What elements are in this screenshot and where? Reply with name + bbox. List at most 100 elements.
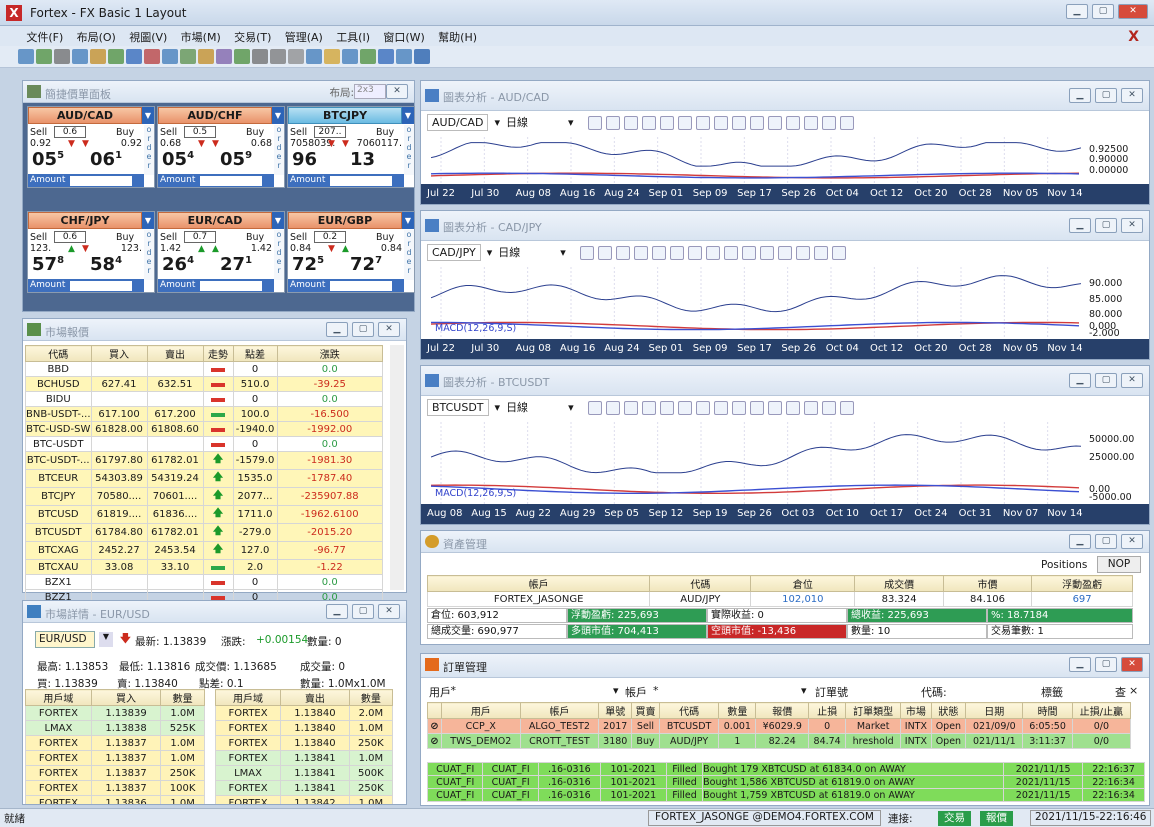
line-icon[interactable] [615, 246, 630, 260]
chevron-down-icon[interactable]: ▾ [568, 401, 574, 414]
restore-icon[interactable]: ▢ [1095, 88, 1117, 103]
crosshair-icon[interactable] [597, 246, 612, 260]
sell-button[interactable]: 96 [292, 149, 317, 170]
indicator-icon[interactable] [669, 246, 684, 260]
settings-icon[interactable] [831, 246, 846, 260]
price-chart[interactable] [431, 422, 1081, 504]
filter-user-input[interactable]: * [447, 684, 597, 698]
depth-row[interactable]: FORTEX 1.13841 1.0M [215, 750, 393, 766]
toolbar-tool-icon[interactable] [324, 49, 340, 64]
toolbar-tool-icon[interactable] [108, 49, 124, 64]
toolbar-tool-icon[interactable] [288, 49, 304, 64]
close-icon[interactable]: ✕ [386, 84, 408, 99]
column-header[interactable]: 止損 [808, 702, 847, 719]
chevron-down-icon[interactable]: ▼ [402, 107, 414, 124]
menu-market[interactable]: 市場(M) [176, 26, 226, 45]
toolbar-tool-icon[interactable] [18, 49, 34, 64]
price-chart[interactable] [431, 267, 1081, 339]
depth-row[interactable]: FORTEX 1.13842 1.0M [215, 795, 393, 804]
table-row[interactable]: BTC-USDT-... 61797.80 61782.01 🡅 -1579.0 -198… [25, 451, 384, 470]
minimize-icon[interactable]: ▁ [1069, 218, 1091, 233]
sell-button[interactable]: 264 [162, 254, 194, 275]
depth-row[interactable]: FORTEX 1.13837 100K [25, 780, 205, 796]
quote-tile[interactable]: AUD/CHF ▼ Sell 0.5 Buy 0.68 0.68 ▼ ▼ 054 059 o r d e r A… [157, 106, 285, 188]
column-header[interactable]: 日期 [965, 702, 1024, 719]
order-button[interactable]: order [274, 230, 284, 280]
menu-manage[interactable]: 管理(A) [280, 26, 328, 45]
column-header[interactable]: 報價 [755, 702, 810, 719]
chevron-down-icon[interactable]: ▼ [142, 107, 154, 124]
toolbar-tool-icon[interactable] [72, 49, 88, 64]
menu-tools[interactable]: 工具(I) [331, 26, 375, 45]
chart-symbol-select[interactable]: AUD/CAD [427, 114, 489, 131]
depth-row[interactable]: FORTEX 1.13841 250K [215, 780, 393, 796]
cursor-icon[interactable] [587, 116, 602, 130]
minimize-icon[interactable]: ▁ [326, 322, 348, 337]
table-row[interactable]: BTCXAU 33.08 33.10 2.0 -1.22 [25, 559, 384, 575]
depth-row[interactable]: FORTEX 1.13840 1.0M [215, 720, 393, 736]
toolbar-tool-icon[interactable] [234, 49, 250, 64]
depth-row[interactable]: FORTEX 1.13837 1.0M [25, 750, 205, 766]
indicator-icon[interactable] [677, 401, 692, 415]
column-header[interactable]: 走勢 [202, 345, 234, 362]
column-header[interactable]: 代碼 [25, 345, 92, 362]
column-header[interactable]: 時間 [1022, 702, 1073, 719]
chevron-down-icon[interactable]: ▾ [494, 116, 500, 129]
toolbar-tool-icon[interactable] [162, 49, 178, 64]
restore-icon[interactable]: ▢ [1095, 373, 1117, 388]
calendar-icon[interactable] [803, 116, 818, 130]
amount-input[interactable] [330, 281, 392, 291]
chevron-down-icon[interactable]: ▾ [560, 246, 566, 259]
price-chart[interactable] [431, 137, 1081, 184]
toolbar-tool-icon[interactable] [36, 49, 52, 64]
buy-button[interactable]: 061 [90, 149, 122, 170]
chart-period-select[interactable]: 日線 [506, 401, 528, 414]
close-icon[interactable]: ✕ [378, 604, 400, 619]
bars-icon[interactable] [659, 116, 674, 130]
chevron-down-icon[interactable]: ▾ [613, 684, 619, 697]
cursor-icon[interactable] [579, 246, 594, 260]
restore-icon[interactable]: ▢ [1095, 534, 1117, 549]
back-icon[interactable] [777, 246, 792, 260]
column-header[interactable]: 帳戶 [519, 702, 600, 719]
column-header[interactable]: 買賣 [631, 702, 660, 719]
sell-button[interactable]: 725 [292, 254, 324, 275]
column-header[interactable]: 用戶 [441, 702, 521, 719]
zoom-in-icon[interactable] [741, 246, 756, 260]
maximize-button[interactable]: ▢ [1092, 4, 1114, 19]
amount-input[interactable] [70, 176, 132, 186]
sell-button[interactable]: 054 [162, 149, 194, 170]
column-header[interactable]: 買入 [90, 689, 162, 706]
scrollbar[interactable] [390, 345, 404, 590]
ticks-icon[interactable] [713, 401, 728, 415]
toolbar-tool-icon[interactable] [396, 49, 412, 64]
column-header[interactable]: 狀態 [930, 702, 967, 719]
sell-button[interactable]: 055 [32, 149, 64, 170]
chevron-down-icon[interactable]: ▾ [568, 116, 574, 129]
toolbar-tool-icon[interactable] [216, 49, 232, 64]
chevron-down-icon[interactable]: ▾ [801, 684, 807, 697]
pin-icon[interactable] [695, 116, 710, 130]
toolbar-tool-icon[interactable] [270, 49, 286, 64]
cursor-icon[interactable] [587, 401, 602, 415]
chart-symbol-select[interactable]: CAD/JPY [427, 244, 481, 261]
trend-icon[interactable] [723, 246, 738, 260]
chevron-down-icon[interactable]: ▼ [272, 212, 284, 229]
forward-icon[interactable] [821, 401, 836, 415]
table-row[interactable]: BTCEUR 54303.89 54319.24 🡅 1535.0 -1787.40 [25, 469, 384, 488]
calendar-icon[interactable] [803, 401, 818, 415]
order-button[interactable]: order [404, 230, 414, 280]
hand-icon[interactable] [641, 116, 656, 130]
search-button[interactable]: 查 [1115, 684, 1126, 700]
table-row[interactable]: BIDU 0 0.0 [25, 391, 384, 407]
toolbar-tool-icon[interactable] [180, 49, 196, 64]
zoom-in-icon[interactable] [749, 401, 764, 415]
depth-row[interactable]: FORTEX 1.13839 1.0M [25, 705, 205, 721]
table-row[interactable]: FORTEX_JASONGE AUD/JPY 102,010 83.324 84.106… [426, 591, 1133, 607]
crosshair-icon[interactable] [605, 116, 620, 130]
column-header[interactable]: 市價 [942, 575, 1033, 592]
restore-icon[interactable]: ▢ [352, 322, 374, 337]
forward-icon[interactable] [821, 116, 836, 130]
order-button[interactable]: order [144, 230, 154, 280]
log-row[interactable]: CUAT_FI CUAT_FI .16-0316 101-2021 Filled Boug… [427, 762, 1145, 776]
